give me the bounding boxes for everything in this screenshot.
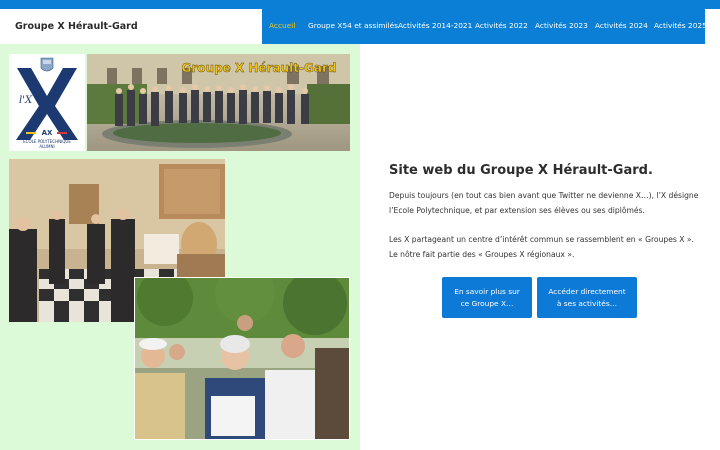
nav-item-activites-2025[interactable]: Activités 2025: [654, 21, 707, 30]
main-navigation: Accueil Groupe X54 et assimilés Activité…: [262, 9, 707, 44]
park-visit-photo: [134, 277, 350, 440]
learn-more-line2: ce Groupe X…: [460, 298, 514, 308]
activities-button[interactable]: Accéder directement à ses activités…: [537, 277, 637, 318]
crest-icon: [40, 57, 54, 72]
logo-letter: l'X: [19, 95, 33, 106]
nav-item-activites-2022[interactable]: Activités 2022: [475, 21, 528, 30]
group-photo-banner: Groupe X Hérault-Gard: [87, 54, 350, 151]
x-logo-graphic: l'X AX ÉCOLE POLYTECHNIQUE ALUMNI: [9, 54, 85, 151]
nav-item-activites-2024[interactable]: Activités 2024: [595, 21, 648, 30]
learn-more-line1: En savoir plus sur: [454, 286, 520, 296]
site-title[interactable]: Groupe X Hérault-Gard: [15, 21, 138, 32]
nav-item-accueil[interactable]: Accueil: [269, 21, 295, 30]
site-header: Groupe X Hérault-Gard: [0, 9, 262, 44]
intro-paragraph: Depuis toujours (en tout cas bien avant …: [389, 191, 699, 215]
page-headline: Site web du Groupe X Hérault-Gard.: [389, 163, 653, 178]
activities-line1: Accéder directement: [548, 286, 626, 296]
groups-paragraph: Les X partageant un centre d’intérêt com…: [389, 235, 694, 259]
learn-more-button[interactable]: En savoir plus sur ce Groupe X…: [442, 277, 532, 318]
nav-item-activites-2014-2021[interactable]: Activités 2014-2021: [398, 21, 472, 30]
nav-item-activites-2023[interactable]: Activités 2023: [535, 21, 588, 30]
header-right-edge: [705, 9, 720, 44]
logo-brand: AX: [42, 129, 53, 137]
top-accent-bar: [0, 0, 720, 9]
activities-line2: à ses activités…: [556, 298, 618, 308]
nav-item-groupe-x54[interactable]: Groupe X54 et assimilés: [308, 21, 398, 30]
logo-alumni: ALUMNI: [39, 144, 54, 149]
banner-caption: Groupe X Hérault-Gard: [182, 61, 337, 75]
ax-logo: l'X AX ÉCOLE POLYTECHNIQUE ALUMNI: [9, 54, 85, 151]
